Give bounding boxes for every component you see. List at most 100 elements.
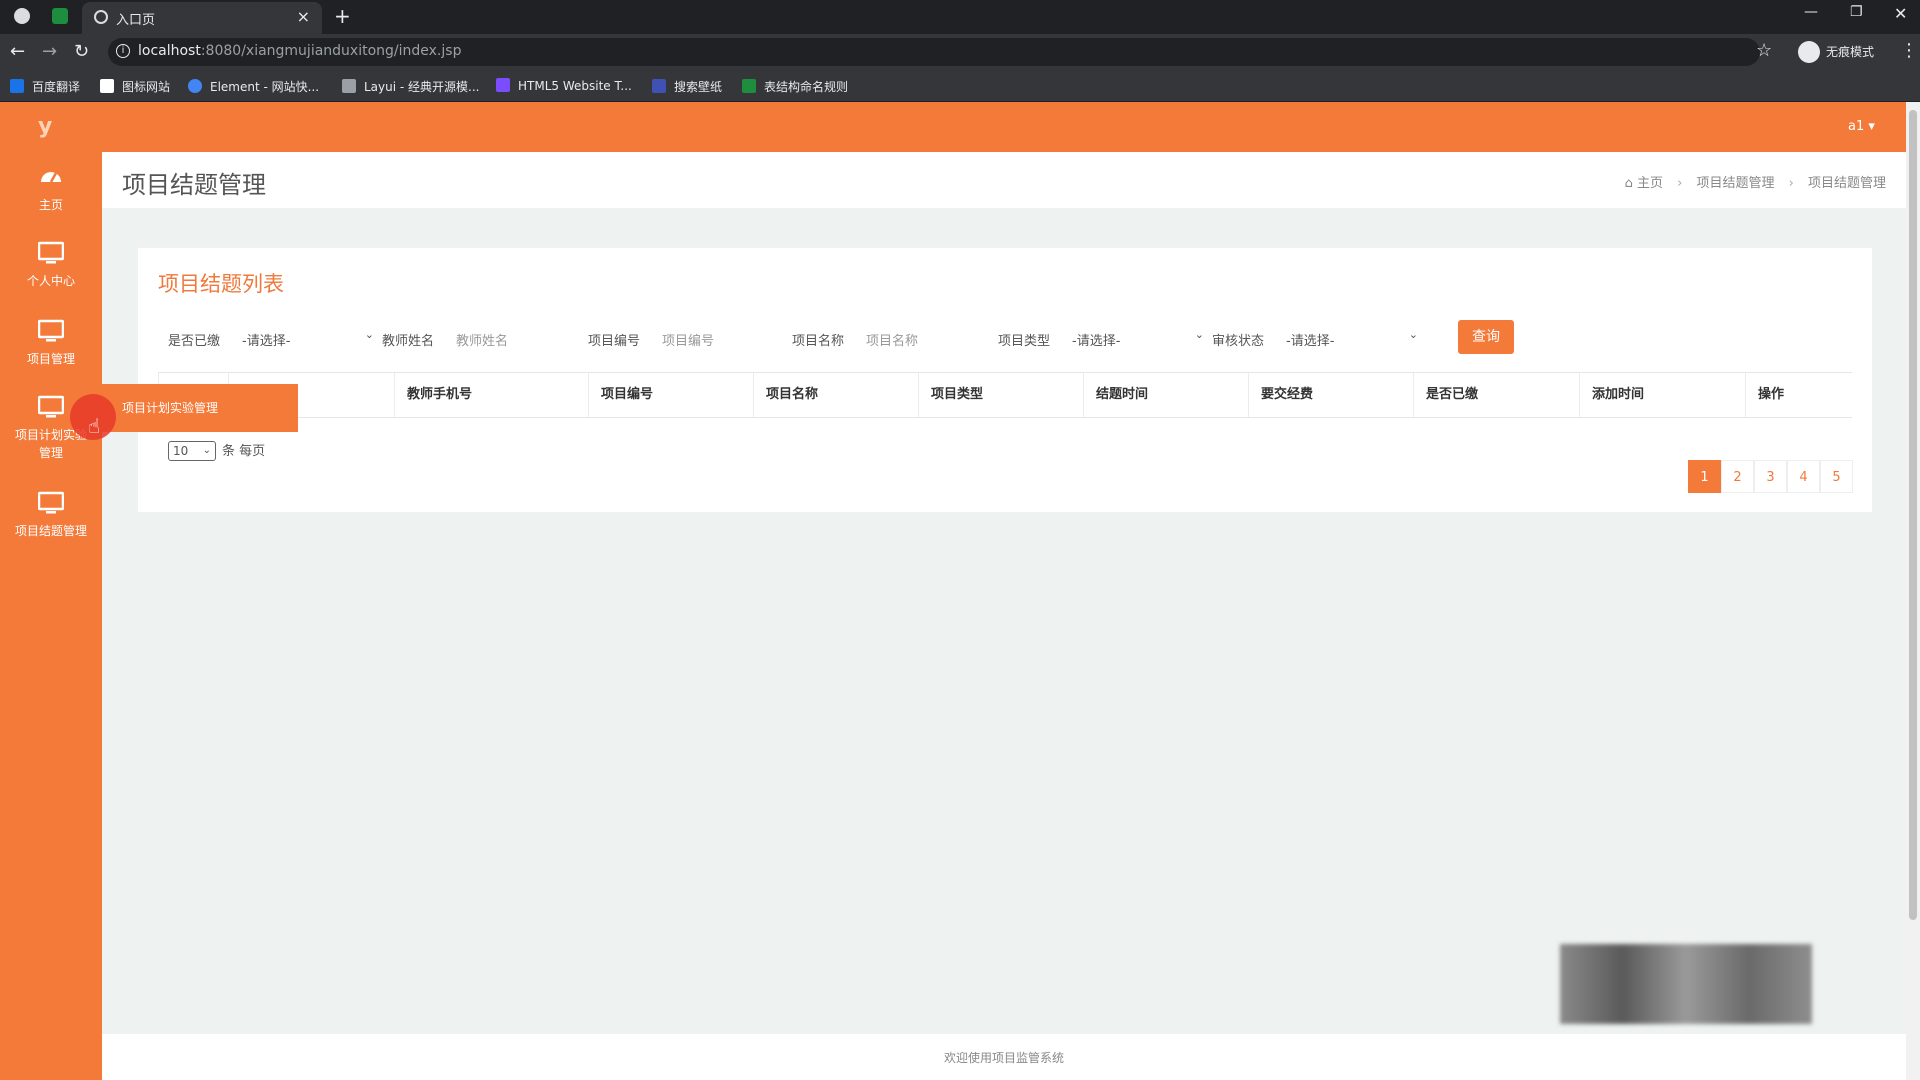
bookmark-item[interactable]: Layui - 经典开源模... [342,78,479,95]
column-header[interactable]: 添加时间 [1579,373,1745,417]
bookmark-item[interactable]: 表结构命名规则 [742,78,848,95]
breadcrumb-current: 项目结题管理 [1807,176,1886,191]
page-button[interactable]: 4 [1787,460,1820,493]
site-info-icon[interactable]: i [116,44,130,58]
wallpaper-icon [652,79,666,93]
bookmark-label: Element - 网站快... [210,80,320,94]
column-header[interactable]: 项目编号 [588,373,753,417]
type-filter-select[interactable]: -请选择- ⌄ [1072,326,1204,352]
page-title: 项目结题管理 [122,171,266,199]
query-button[interactable]: 查询 [1458,320,1514,354]
paid-filter-label: 是否已缴 [168,334,221,349]
dashboard-icon [41,172,61,183]
element-icon [188,79,202,93]
forward-icon[interactable]: → [42,41,57,62]
page-size-select[interactable]: 10 ⌄ [168,441,216,461]
flag-icon [100,79,114,93]
page-size-suffix: 条 每页 [222,444,266,459]
code-filter-label: 项目编号 [588,334,641,349]
chevron-down-icon: ⌄ [1408,328,1418,341]
close-tab-icon[interactable]: × [297,7,310,26]
breadcrumb-section[interactable]: 项目结题管理 [1696,176,1774,191]
blurred-overlay [1560,944,1812,1024]
bookmark-label: Layui - 经典开源模... [364,80,480,94]
incognito-icon[interactable] [1798,41,1820,63]
url-host: localhost [138,43,201,59]
sidebar-item-completion[interactable]: 项目结题管理 [0,490,102,539]
new-tab-icon[interactable]: + [334,4,351,28]
sidebar-label: 主页 [38,198,63,212]
url-path: :8080/xiangmujianduxitong/index.jsp [200,43,462,59]
html5-icon [496,78,510,92]
restore-icon[interactable]: ❐ [1850,4,1863,20]
sidebar-label: 项目管理 [26,352,75,366]
sidebar-item-profile[interactable]: 个人中心 [0,240,102,289]
page-button[interactable]: 1 [1688,460,1721,493]
browser-menu-icon[interactable]: ⋮ [1900,40,1918,61]
bookmark-item[interactable]: HTML5 Website T... [496,78,632,93]
column-header[interactable]: 结题时间 [1083,373,1248,417]
project-name-input[interactable]: 项目名称 [866,330,986,349]
minimize-icon[interactable]: — [1804,4,1818,20]
bookmark-label: HTML5 Website T... [518,79,632,93]
pinned-tab-icon[interactable] [14,8,30,24]
bookmark-item[interactable]: Element - 网站快... [188,78,319,95]
chevron-down-icon: ⌄ [202,445,211,456]
select-value: -请选择- [242,334,291,349]
sidebar-item-projects[interactable]: 项目管理 [0,318,102,367]
table-header: 教师手机号 项目编号 项目名称 项目类型 结题时间 要交经费 是否已缴 添加时间… [158,372,1852,418]
hand-cursor-icon: ☝ [88,414,101,438]
select-value: -请选择- [1072,334,1121,349]
bookmarks-bar: 百度翻译 图标网站 Element - 网站快... Layui - 经典开源模… [0,70,1920,102]
teacher-name-input[interactable]: 教师姓名 [456,330,576,349]
user-menu[interactable]: a1 ▾ [1848,119,1875,134]
column-header[interactable]: 要交经费 [1248,373,1413,417]
scrollbar-thumb[interactable] [1909,110,1917,920]
bookmark-star-icon[interactable]: ☆ [1756,40,1772,61]
window-close-icon[interactable]: ✕ [1894,4,1907,23]
bookmark-item[interactable]: 搜索壁纸 [652,78,722,95]
page-header: 项目结题管理 ⌂ 主页 › 项目结题管理 › 项目结题管理 [102,152,1906,208]
chevron-down-icon: ⌄ [1194,328,1204,341]
sidebar: 主页 个人中心 项目管理 项目计划实验 管理 项目结题管理 [0,152,102,1080]
column-header[interactable]: 是否已缴 [1413,373,1579,417]
sidebar-label: 个人中心 [26,274,75,288]
address-bar[interactable]: i localhost:8080/xiangmujianduxitong/ind… [108,38,1760,66]
sidebar-flyout[interactable]: 项目计划实验管理 [102,384,298,432]
list-panel: 项目结题列表 是否已缴 -请选择- ⌄ 教师姓名 教师姓名 项目编号 项目编号 … [138,248,1872,512]
reload-icon[interactable]: ↻ [74,41,89,62]
footer: 欢迎使用项目监管系统 [102,1034,1906,1080]
url-text: localhost:8080/xiangmujianduxitong/index… [138,43,461,59]
teacher-filter-label: 教师姓名 [382,334,435,349]
back-icon[interactable]: ← [10,41,25,62]
sidebar-item-home[interactable]: 主页 [0,164,102,213]
bookmark-item[interactable]: 百度翻译 [10,78,80,95]
page-button[interactable]: 3 [1754,460,1787,493]
translate-icon [10,79,24,93]
logo: y [38,114,53,139]
breadcrumb-home[interactable]: 主页 [1637,176,1663,191]
browser-toolbar: ← → ↻ i localhost:8080/xiangmujianduxito… [0,34,1920,70]
project-code-input[interactable]: 项目编号 [662,330,782,349]
column-header[interactable]: 教师手机号 [394,373,588,417]
status-filter-select[interactable]: -请选择- ⌄ [1286,326,1418,352]
sheet-tab-icon[interactable] [52,8,68,24]
breadcrumb-separator: › [1788,176,1794,191]
browser-tabstrip: 入口页 × + — ❐ ✕ [0,0,1920,34]
column-header: 操作 [1745,373,1852,417]
page-scrollbar[interactable] [1906,102,1920,1080]
monitor-icon [38,491,64,514]
home-icon: ⌂ [1624,176,1633,191]
page-button[interactable]: 2 [1721,460,1754,493]
column-header[interactable]: 项目名称 [753,373,918,417]
bookmark-item[interactable]: 图标网站 [100,78,170,95]
panel-title: 项目结题列表 [158,272,284,296]
active-tab[interactable]: 入口页 × [82,2,322,34]
layui-icon [342,79,356,93]
paid-filter-select[interactable]: -请选择- ⌄ [242,326,374,352]
column-header[interactable]: 项目类型 [918,373,1083,417]
page-button[interactable]: 5 [1820,460,1853,493]
chevron-down-icon: ⌄ [364,328,374,341]
tab-title: 入口页 [116,13,156,28]
top-bar: y a1 ▾ [0,102,1906,152]
